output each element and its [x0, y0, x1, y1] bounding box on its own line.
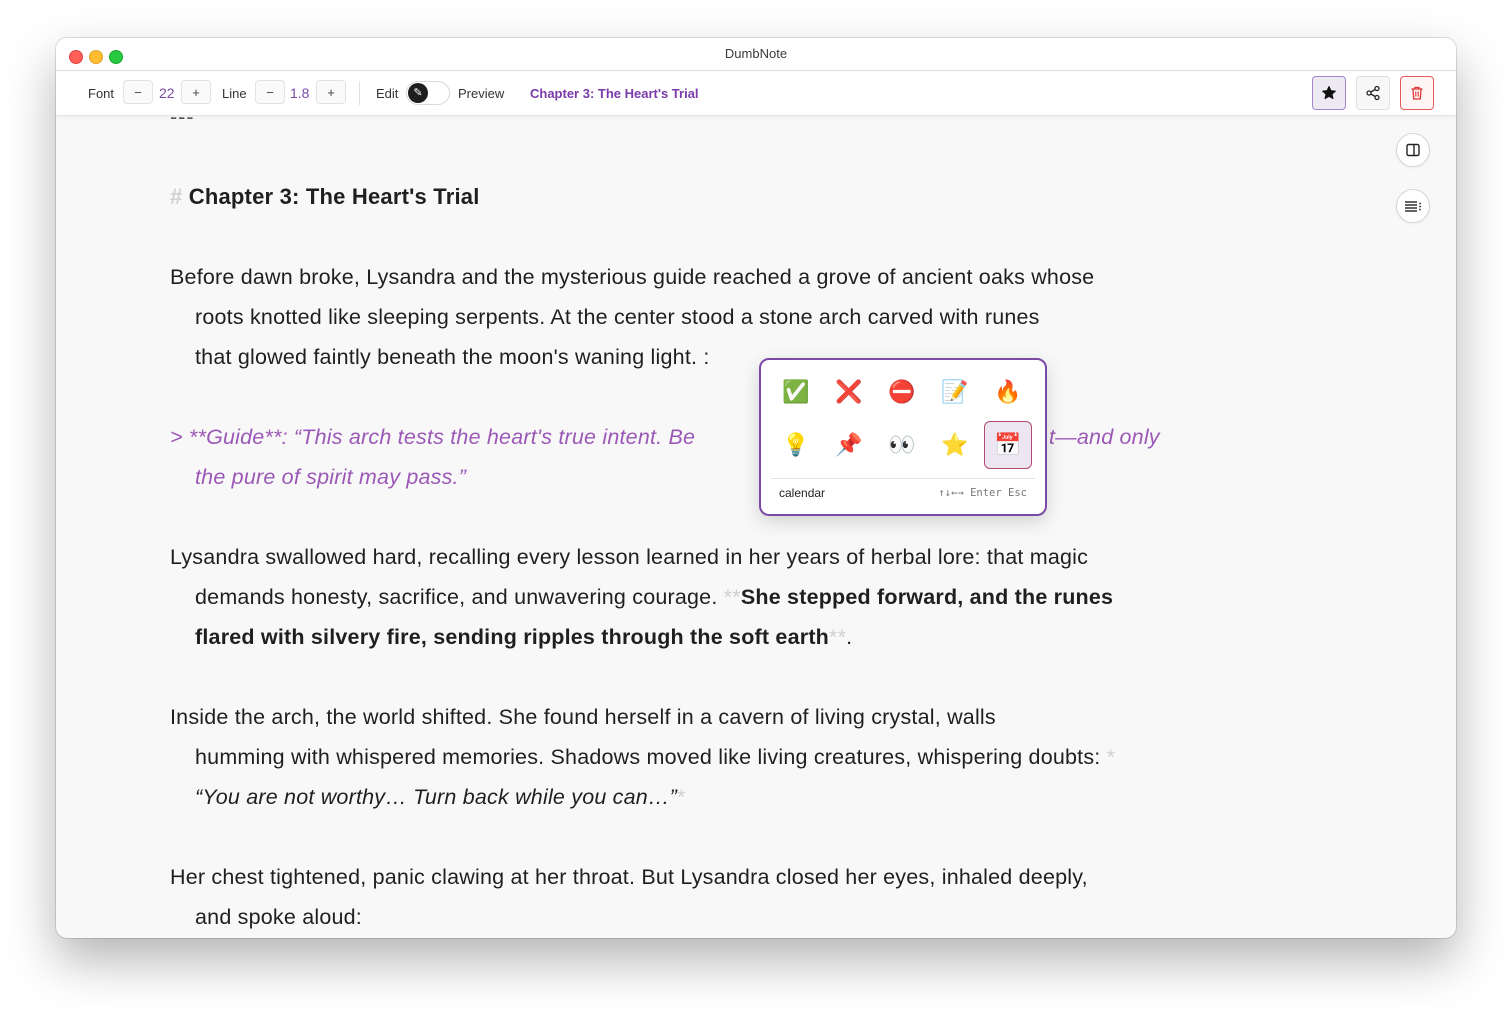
text-run: demands honesty, sacrifice, and unwaveri…	[195, 585, 724, 609]
emoji-option[interactable]: ❌	[825, 368, 873, 416]
font-label: Font	[88, 86, 115, 101]
line-height-decrease-button[interactable]: −	[255, 80, 285, 104]
paragraph-line: “You are not worthy… Turn back while you…	[195, 782, 686, 812]
line-label: Line	[222, 86, 247, 101]
check-mark-icon: ✅	[782, 379, 810, 404]
selected-emoji-name: calendar	[779, 486, 826, 500]
paragraph-line: Lysandra swallowed hard, recalling every…	[170, 545, 1089, 569]
paragraph-line: Her chest tightened, panic clawing at he…	[170, 865, 1088, 889]
emoji-option[interactable]: ⛔	[878, 368, 926, 416]
picker-divider	[771, 478, 1035, 479]
split-view-icon	[1406, 143, 1420, 157]
preview-label: Preview	[458, 86, 505, 101]
cross-mark-icon: ❌	[835, 379, 863, 404]
keyboard-hint: ↑↓←→ Enter Esc	[938, 487, 1027, 499]
app-window: DumbNote Font − 22 + Line − 1.8 + Edit ✎…	[56, 38, 1456, 938]
paragraph-line: Inside the arch, the world shifted. She …	[170, 705, 996, 729]
light-bulb-icon: 💡	[782, 432, 810, 457]
horizontal-rule: ---	[170, 116, 195, 129]
italic-text: “You are not worthy… Turn back while you…	[195, 785, 678, 809]
text-run: humming with whispered memories. Shadows…	[195, 745, 1107, 769]
paragraph-line: humming with whispered memories. Shadows…	[195, 742, 1115, 772]
paragraph-line: roots knotted like sleeping serpents. At…	[195, 305, 1040, 329]
bold-text: flared with silvery fire, sending ripple…	[195, 625, 830, 649]
emoji-picker: ✅ ❌ ⛔ 📝 🔥 💡 📌 👀 ⭐ 📅 calendar ↑↓←→ Enter …	[759, 358, 1047, 516]
memo-icon: 📝	[941, 379, 969, 404]
calendar-icon: 📅	[994, 432, 1022, 457]
outline-button[interactable]	[1396, 189, 1430, 223]
emoji-option[interactable]: 📝	[931, 368, 979, 416]
emoji-option[interactable]: 🔥	[984, 368, 1032, 416]
emoji-option-selected[interactable]: 📅	[984, 421, 1032, 469]
outline-icon	[1405, 201, 1421, 212]
emoji-option[interactable]: 👀	[878, 421, 926, 469]
paragraph-line: flared with silvery fire, sending ripple…	[195, 622, 852, 652]
blockquote-line-tail: t—and only	[1049, 425, 1160, 449]
heading-text: Chapter 3: The Heart's Trial	[188, 184, 480, 209]
chapter-heading: # Chapter 3: The Heart's Trial	[170, 182, 480, 212]
bold-marker: **	[829, 625, 847, 649]
emoji-option[interactable]: ✅	[772, 368, 820, 416]
star-icon: ⭐	[941, 432, 969, 457]
window-title: DumbNote	[724, 46, 788, 61]
eyes-icon: 👀	[888, 432, 916, 457]
emoji-option[interactable]: 💡	[772, 421, 820, 469]
emoji-option[interactable]: 📌	[825, 421, 873, 469]
toolbar: Font − 22 + Line − 1.8 + Edit ✎ Preview …	[56, 71, 1456, 116]
no-entry-icon: ⛔	[888, 379, 916, 404]
paragraph-line: demands honesty, sacrifice, and unwaveri…	[195, 582, 1113, 612]
share-icon	[1366, 85, 1380, 101]
line-height-value: 1.8	[290, 85, 310, 101]
share-button[interactable]	[1356, 76, 1390, 110]
italic-marker: *	[1106, 745, 1116, 769]
delete-button[interactable]	[1400, 76, 1434, 110]
star-icon	[1322, 86, 1336, 100]
line-height-increase-button[interactable]: +	[316, 80, 346, 104]
text-run: .	[846, 625, 853, 649]
font-size-value: 22	[159, 85, 175, 101]
fire-icon: 🔥	[994, 379, 1022, 404]
pushpin-icon: 📌	[835, 432, 863, 457]
edit-preview-toggle[interactable]: ✎	[406, 81, 450, 105]
bold-marker: **	[723, 585, 741, 609]
paragraph-line: Before dawn broke, Lysandra and the myst…	[170, 265, 1095, 289]
bold-text: She stepped forward, and the runes	[740, 585, 1114, 609]
emoji-option[interactable]: ⭐	[931, 421, 979, 469]
font-decrease-button[interactable]: −	[123, 80, 153, 104]
toggle-panel-button[interactable]	[1396, 133, 1430, 167]
markdown-editor[interactable]: --- # Chapter 3: The Heart's Trial Befor…	[170, 116, 1230, 938]
blockquote-line: the pure of spirit may pass.”	[195, 465, 467, 489]
italic-marker: *	[677, 785, 686, 809]
paragraph-line: that glowed faintly beneath the moon's w…	[195, 345, 710, 369]
title-bar: DumbNote	[56, 38, 1456, 71]
font-increase-button[interactable]: +	[181, 80, 211, 104]
document-title: Chapter 3: The Heart's Trial	[530, 86, 699, 101]
pencil-icon: ✎	[408, 83, 428, 103]
trash-icon	[1411, 86, 1423, 100]
favorite-button[interactable]	[1312, 76, 1346, 110]
paragraph-line: and spoke aloud:	[195, 905, 362, 929]
toolbar-divider	[359, 81, 360, 105]
edit-label: Edit	[376, 86, 399, 101]
heading-marker: #	[170, 184, 183, 209]
blockquote-line: > **Guide**: “This arch tests the heart'…	[170, 425, 696, 449]
